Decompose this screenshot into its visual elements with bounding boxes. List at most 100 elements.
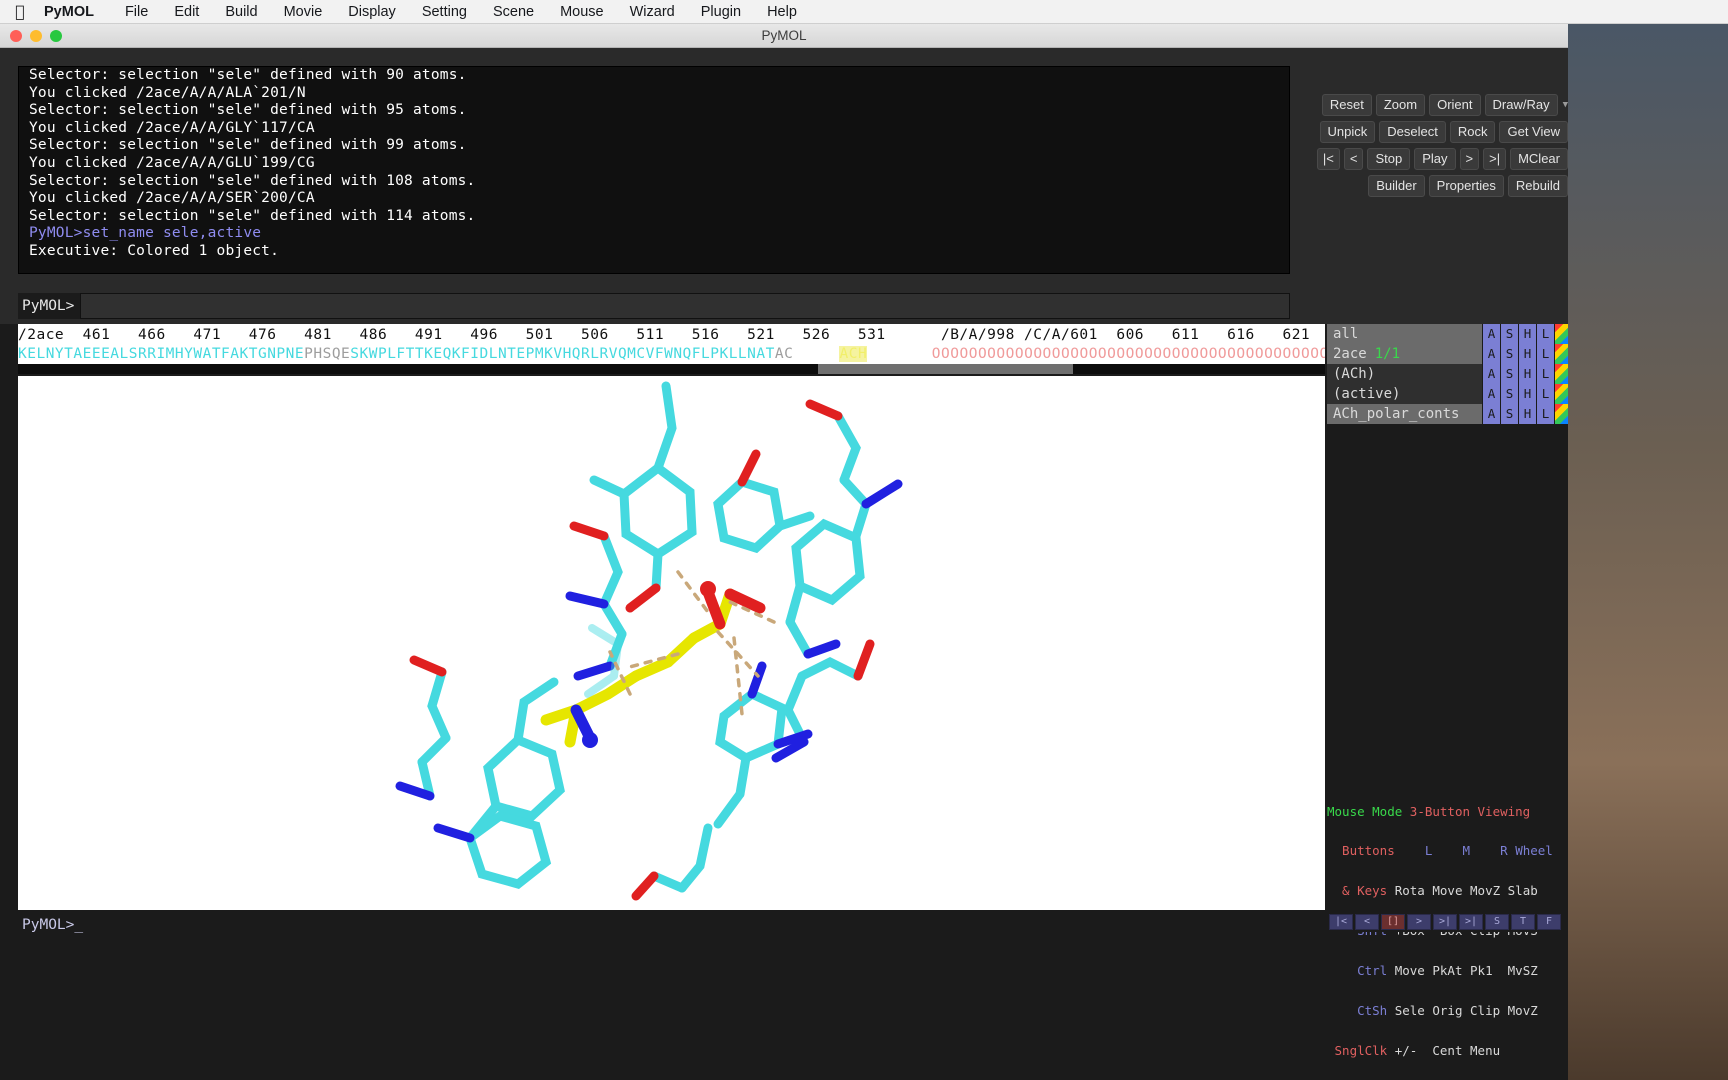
action-button[interactable]: A (1482, 324, 1500, 344)
show-button[interactable]: S (1500, 364, 1518, 384)
label-button[interactable]: L (1536, 404, 1554, 424)
viewport-command-prompt[interactable]: PyMOL>_ (18, 912, 1325, 938)
menu-item-plugin[interactable]: Plugin (688, 0, 754, 24)
movie-scene-button[interactable]: S (1485, 914, 1509, 930)
prev-frame-button[interactable]: < (1343, 148, 1364, 170)
sequence-residues[interactable]: KELNYTAEEEALSRRIMHYWATFAKTGNPNEPHSQESKWP… (18, 346, 1325, 366)
deselect-button[interactable]: Deselect (1379, 121, 1446, 143)
movie-last-button[interactable]: >| (1459, 914, 1483, 930)
label-button[interactable]: L (1536, 364, 1554, 384)
menu-item-help[interactable]: Help (754, 0, 810, 24)
object-name[interactable]: ACh_polar_conts (1327, 404, 1482, 424)
play-button[interactable]: Play (1414, 148, 1456, 170)
orient-button[interactable]: Orient (1429, 94, 1481, 116)
molecular-viewport[interactable] (18, 376, 1325, 910)
object-name[interactable]: (active) (1327, 384, 1482, 404)
menu-item-build[interactable]: Build (212, 0, 270, 24)
movie-frame-button[interactable]: F (1537, 914, 1561, 930)
cell-m: Orig (1432, 1003, 1471, 1019)
hide-button[interactable]: H (1518, 324, 1536, 344)
object-name[interactable]: 2ace 1/1 (1327, 344, 1482, 364)
seq-waters[interactable]: OOOOOOOOOOOOOOOOOOOOOOOOOOOOOOOOOOOOOOOO… (932, 346, 1325, 362)
mclear-button[interactable]: MClear (1510, 148, 1568, 170)
object-buttons[interactable]: A S H L (1482, 404, 1568, 424)
movie-next-button[interactable]: >| (1433, 914, 1457, 930)
label-button[interactable]: L (1536, 324, 1554, 344)
show-button[interactable]: S (1500, 344, 1518, 364)
command-input[interactable] (80, 293, 1290, 319)
menu-item-edit[interactable]: Edit (161, 0, 212, 24)
next-frame-button[interactable]: > (1459, 148, 1480, 170)
chevron-down-icon[interactable]: ▼ (1563, 100, 1568, 110)
first-frame-button[interactable]: |< (1316, 148, 1340, 170)
reset-button[interactable]: Reset (1321, 94, 1372, 116)
last-frame-button[interactable]: >| (1483, 148, 1507, 170)
mouse-mode-title-value[interactable]: 3-Button Viewing (1410, 804, 1530, 819)
rock-button[interactable]: Rock (1449, 121, 1496, 143)
object-buttons[interactable]: A S H L (1482, 384, 1568, 404)
object-row-ach[interactable]: (ACh) A S H L (1327, 364, 1568, 384)
hide-button[interactable]: H (1518, 364, 1536, 384)
sequence-scrollbar[interactable] (18, 364, 1325, 374)
movie-play-button[interactable]: > (1407, 914, 1431, 930)
object-row-active[interactable]: (active) A S H L (1327, 384, 1568, 404)
object-buttons[interactable]: A S H L (1482, 344, 1568, 364)
movie-first-button[interactable]: |< (1329, 914, 1353, 930)
label-button[interactable]: L (1536, 344, 1554, 364)
object-buttons[interactable]: A S H L (1482, 324, 1568, 344)
show-button[interactable]: S (1500, 324, 1518, 344)
stop-button[interactable]: Stop (1367, 148, 1411, 170)
zoom-button[interactable]: Zoom (1375, 94, 1426, 116)
action-button[interactable]: A (1482, 364, 1500, 384)
movie-control-bar[interactable]: |< < [] > >| >| S T F (1327, 912, 1568, 932)
seq-chain-a-grey-1[interactable]: PHSQE (304, 346, 350, 362)
object-row-all[interactable]: all A S H L (1327, 324, 1568, 344)
movie-prev-button[interactable]: < (1355, 914, 1379, 930)
movie-stop-button[interactable]: [] (1381, 914, 1405, 930)
sequence-viewer[interactable]: /2ace 461 466 471 476 481 486 491 496 50… (18, 324, 1325, 374)
object-name[interactable]: (ACh) (1327, 364, 1482, 384)
apple-logo-icon[interactable]:  (0, 3, 40, 20)
menu-item-setting[interactable]: Setting (409, 0, 480, 24)
label-button[interactable]: L (1536, 384, 1554, 404)
menu-item-scene[interactable]: Scene (480, 0, 547, 24)
menu-item-display[interactable]: Display (335, 0, 409, 24)
molecule-render[interactable] (18, 376, 1325, 910)
seq-chain-a-cyan-2[interactable]: SKWPLFTTKEQKFIDLNTEPMKVHQRLRVQMCVFWNQFLP… (350, 346, 775, 362)
draw-ray-button[interactable]: Draw/Ray (1484, 94, 1558, 116)
rebuild-button[interactable]: Rebuild (1507, 175, 1568, 197)
object-row-ach-polar-conts[interactable]: ACh_polar_conts A S H L (1327, 404, 1568, 424)
hide-button[interactable]: H (1518, 344, 1536, 364)
seq-ligand-ach[interactable]: ACH (839, 346, 868, 362)
seq-chain-a-grey-2[interactable]: AC (775, 346, 793, 362)
menu-item-pymol[interactable]: PyMOL (40, 0, 112, 24)
properties-button[interactable]: Properties (1428, 175, 1504, 197)
object-buttons[interactable]: A S H L (1482, 364, 1568, 384)
color-button[interactable] (1554, 324, 1568, 344)
menu-item-movie[interactable]: Movie (271, 0, 336, 24)
object-name[interactable]: all (1327, 324, 1482, 344)
row-key: SnglClk (1327, 1042, 1395, 1058)
seq-chain-a-cyan-1[interactable]: KELNYTAEEEALSRRIMHYWATFAKTGNPNE (18, 346, 304, 362)
color-button[interactable] (1554, 384, 1568, 404)
hide-button[interactable]: H (1518, 404, 1536, 424)
unpick-button[interactable]: Unpick (1319, 121, 1376, 143)
show-button[interactable]: S (1500, 404, 1518, 424)
action-button[interactable]: A (1482, 404, 1500, 424)
movie-toggle-button[interactable]: T (1511, 914, 1535, 930)
show-button[interactable]: S (1500, 384, 1518, 404)
menu-item-mouse[interactable]: Mouse (547, 0, 617, 24)
builder-button[interactable]: Builder (1368, 175, 1425, 197)
hide-button[interactable]: H (1518, 384, 1536, 404)
mouse-mode-legend[interactable]: Mouse Mode 3-Button Viewing Buttons L M … (1327, 776, 1568, 1057)
menu-item-wizard[interactable]: Wizard (617, 0, 688, 24)
color-button[interactable] (1554, 344, 1568, 364)
object-row-2ace[interactable]: 2ace 1/1 A S H L (1327, 344, 1568, 364)
action-button[interactable]: A (1482, 344, 1500, 364)
sequence-scrollbar-thumb[interactable] (818, 364, 1073, 374)
color-button[interactable] (1554, 404, 1568, 424)
get-view-button[interactable]: Get View (1499, 121, 1568, 143)
menu-item-file[interactable]: File (112, 0, 161, 24)
color-button[interactable] (1554, 364, 1568, 384)
action-button[interactable]: A (1482, 384, 1500, 404)
